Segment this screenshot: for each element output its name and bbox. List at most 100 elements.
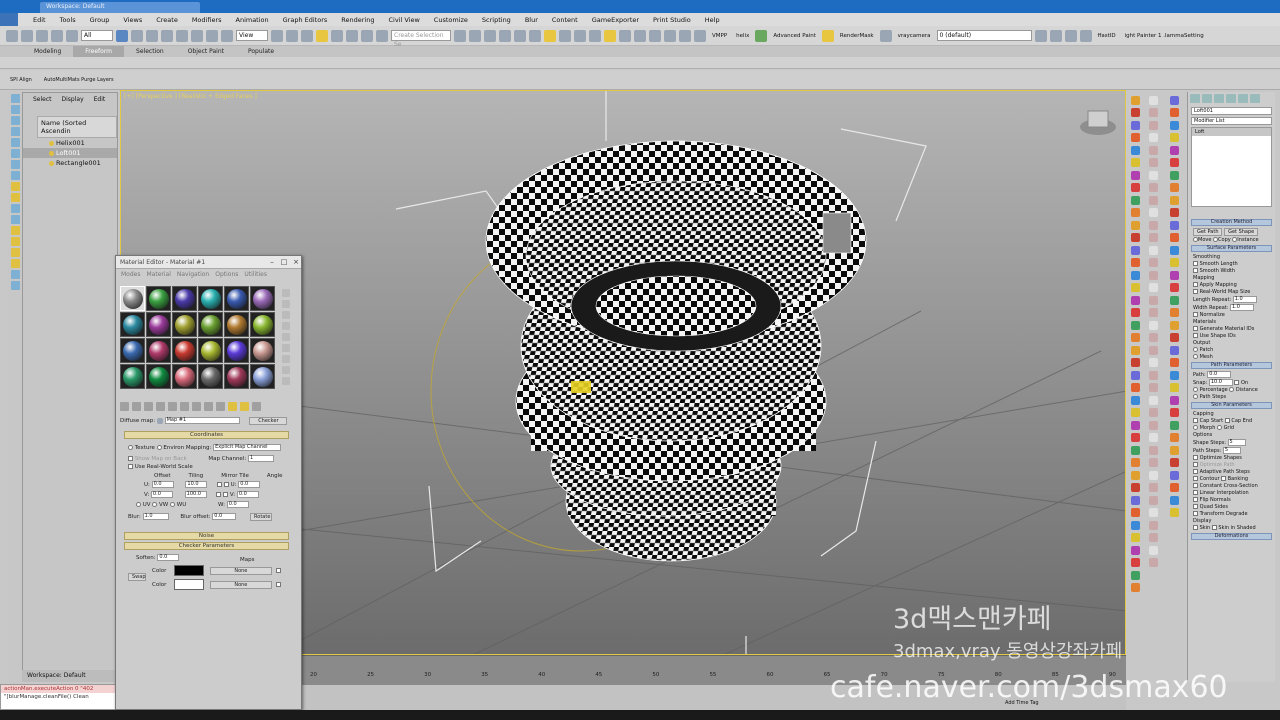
render-iterative-icon[interactable] <box>619 29 631 42</box>
backlight-icon[interactable] <box>282 300 290 308</box>
custom-tool-icon[interactable] <box>1169 333 1179 342</box>
material-slot[interactable] <box>172 286 197 311</box>
keyboard-shortcut-icon[interactable] <box>301 29 313 42</box>
render-frame-icon[interactable] <box>679 29 691 42</box>
menu-navigation[interactable]: Navigation <box>177 271 209 278</box>
v-mirror-checkbox[interactable] <box>216 492 222 497</box>
custom-tool-icon[interactable] <box>1130 295 1140 305</box>
color2-swatch[interactable] <box>174 579 205 590</box>
linear-interp-checkbox[interactable] <box>1193 490 1198 495</box>
render-setup-icon[interactable] <box>574 29 586 42</box>
custom-tool-icon[interactable] <box>1148 483 1158 492</box>
skin-checkbox[interactable] <box>1193 525 1198 530</box>
blur-spinner[interactable]: 1.0 <box>142 513 169 520</box>
checker-parameters-rollout[interactable]: Checker Parameters <box>124 542 289 550</box>
skin-parameters-rollout[interactable]: Skin Parameters <box>1191 402 1272 409</box>
custom-tool-icon[interactable] <box>1148 183 1158 192</box>
a360-icon[interactable] <box>694 29 706 42</box>
menu-help[interactable]: Help <box>698 16 727 24</box>
material-slot[interactable] <box>224 312 249 337</box>
optimize-shapes-checkbox[interactable] <box>1193 455 1198 460</box>
unlink-icon[interactable] <box>51 29 63 42</box>
put-to-library-icon[interactable] <box>192 402 201 411</box>
scale-icon[interactable] <box>206 29 218 42</box>
custom-tool-icon[interactable] <box>1169 458 1179 467</box>
material-map-navigator-icon[interactable] <box>282 377 290 385</box>
custom-tool-icon[interactable] <box>1130 495 1140 505</box>
custom-tool-icon[interactable] <box>1130 458 1140 467</box>
custom-tool-icon[interactable] <box>1130 408 1140 417</box>
teapot-icon[interactable] <box>649 29 661 42</box>
select-all-icon[interactable] <box>10 94 20 103</box>
u-angle-spinner[interactable]: 0.0 <box>238 481 261 488</box>
material-slot[interactable] <box>146 286 171 311</box>
menu-views[interactable]: Views <box>116 16 149 24</box>
tab-populate[interactable]: Populate <box>236 46 286 57</box>
workspace-selector[interactable]: Workspace: Default <box>22 670 118 682</box>
hierarchy-tab-icon[interactable] <box>1214 94 1224 103</box>
material-editor-titlebar[interactable]: Material Editor - Material #1 – □ × <box>116 256 301 269</box>
custom-tool-icon[interactable] <box>1148 358 1158 367</box>
custom-tool-icon[interactable] <box>1130 508 1140 517</box>
display-cameras-icon[interactable] <box>10 160 20 169</box>
custom-tool-icon[interactable] <box>1148 283 1158 292</box>
custom-tool-icon[interactable] <box>1130 433 1140 442</box>
custom-tool-icon[interactable] <box>1169 158 1179 167</box>
menu-tools[interactable]: Tools <box>53 16 83 24</box>
map-channel-spinner[interactable]: 1 <box>247 455 274 462</box>
custom-tool-icon[interactable] <box>1169 270 1179 280</box>
material-slot[interactable] <box>250 312 275 337</box>
redo-icon[interactable] <box>21 29 33 42</box>
menu-group[interactable]: Group <box>83 16 117 24</box>
menu-material[interactable]: Material <box>146 271 170 278</box>
banking-checkbox[interactable] <box>1221 476 1227 481</box>
rendered-frame-icon[interactable] <box>589 29 601 42</box>
percentage-radio[interactable] <box>1193 387 1198 392</box>
set-current-layer-icon[interactable] <box>1079 29 1092 42</box>
adaptive-path-checkbox[interactable] <box>1193 469 1198 474</box>
render-mask-button[interactable]: RenderMask <box>837 33 877 39</box>
render-region-icon[interactable] <box>664 29 676 42</box>
color2-map-button[interactable]: None <box>209 581 272 589</box>
light-bulb-icon[interactable] <box>49 160 54 166</box>
u-tiling-spinner[interactable]: 10.0 <box>185 481 208 488</box>
custom-tool-icon[interactable] <box>1130 283 1140 292</box>
surface-parameters-rollout[interactable]: Surface Parameters <box>1191 245 1272 252</box>
contour-checkbox[interactable] <box>1193 476 1198 481</box>
align-icon[interactable] <box>469 29 481 42</box>
modify-tab-icon[interactable] <box>1202 94 1212 103</box>
motion-tab-icon[interactable] <box>1226 94 1236 103</box>
quad-sides-checkbox[interactable] <box>1193 504 1198 509</box>
maximize-icon[interactable]: □ <box>279 258 289 267</box>
color2-map-checkbox[interactable] <box>275 582 281 587</box>
snap-on-checkbox[interactable] <box>1234 380 1240 385</box>
custom-tool-icon[interactable] <box>1169 133 1179 142</box>
rotate-icon[interactable] <box>191 29 203 42</box>
material-slot[interactable] <box>172 312 197 337</box>
show-map-on-back-checkbox[interactable] <box>128 456 133 461</box>
snap-toggle-icon[interactable] <box>316 29 328 42</box>
menu-rendering[interactable]: Rendering <box>334 16 381 24</box>
percent-snap-icon[interactable] <box>346 29 358 42</box>
custom-tool-icon[interactable] <box>1130 420 1140 430</box>
display-spacewarps-icon[interactable] <box>10 182 20 191</box>
get-path-button[interactable]: Get Path <box>1193 228 1223 236</box>
custom-tool-icon[interactable] <box>1148 383 1158 392</box>
vraycamera-button[interactable]: vraycamera <box>895 33 934 39</box>
viewcube[interactable] <box>1080 110 1116 135</box>
custom-tool-icon[interactable] <box>1148 208 1158 217</box>
utilities-tab-icon[interactable] <box>1250 94 1260 103</box>
menu-animation[interactable]: Animation <box>229 16 276 24</box>
go-to-parent-icon[interactable] <box>240 402 249 411</box>
mapping-dropdown[interactable]: Explicit Map Channel <box>213 444 282 451</box>
select-object-icon[interactable] <box>116 29 128 42</box>
custom-tool-icon[interactable] <box>1148 533 1158 542</box>
menu-edit[interactable]: Edit <box>26 16 53 24</box>
rotate-button[interactable]: Rotate <box>250 513 273 521</box>
display-frozen-icon[interactable] <box>10 237 20 246</box>
cap-end-checkbox[interactable] <box>1224 418 1230 423</box>
custom-tool-icon[interactable] <box>1169 195 1179 205</box>
window-crossing-icon[interactable] <box>161 29 173 42</box>
soften-spinner[interactable]: 0.0 <box>157 554 180 561</box>
video-color-check-icon[interactable] <box>282 333 290 341</box>
